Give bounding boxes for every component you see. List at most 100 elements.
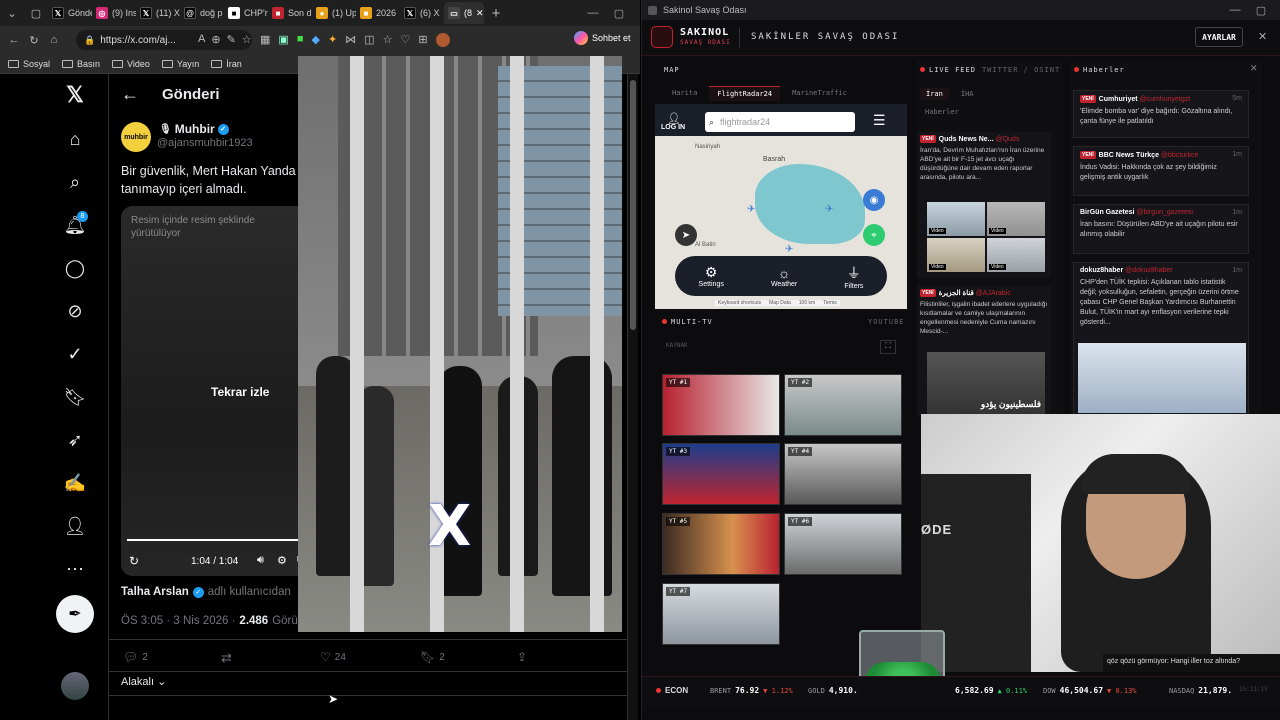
tv-tile-7[interactable]: YT #7 bbox=[662, 583, 780, 645]
tv-tile-1[interactable]: YT #1 bbox=[662, 374, 780, 436]
extensions-icon[interactable]: ⊞ bbox=[418, 33, 427, 47]
feed-tab-iran[interactable]: İran bbox=[920, 88, 949, 100]
volume-icon[interactable]: 🔊︎ bbox=[257, 554, 264, 567]
verified-icon[interactable]: ✓ bbox=[62, 341, 88, 367]
sort-dropdown[interactable]: Alakalı ⌄ bbox=[121, 675, 166, 688]
fullscreen-icon[interactable]: ⛶ bbox=[880, 340, 896, 354]
tv-tile-3[interactable]: YT #3 bbox=[662, 443, 780, 505]
aircraft-icon[interactable]: ✈ bbox=[747, 204, 755, 215]
replay-button[interactable]: Tekrar izle bbox=[211, 385, 269, 399]
messages-icon[interactable]: ◯ bbox=[62, 255, 88, 281]
credit-user[interactable]: Talha Arslan bbox=[121, 586, 189, 598]
extension-icon[interactable]: ✦ bbox=[328, 33, 337, 47]
grok-icon[interactable]: ⊘ bbox=[62, 298, 88, 324]
repost-icon[interactable]: ⇄ bbox=[221, 650, 232, 666]
hamburger-menu-icon[interactable]: ☰ bbox=[873, 112, 886, 129]
pip-video-player[interactable]: X bbox=[298, 56, 622, 632]
share-icon[interactable]: ⇪ bbox=[517, 650, 527, 664]
flightradar-map[interactable]: 👤︎ LOG IN ⌕ flightradar24 ☰ Basrah Nasir… bbox=[655, 104, 907, 309]
feed-media-grid[interactable]: Video Video Video Video bbox=[927, 202, 1045, 272]
news-item[interactable]: YENİ BBC News Türkçe @bbcturkce 1m İndus V… bbox=[1073, 146, 1249, 196]
profile-avatar[interactable] bbox=[435, 33, 450, 47]
bookmark-button[interactable]: 🔖︎ 2 bbox=[420, 650, 445, 664]
tab-9[interactable]: 𝕏 (6) X bbox=[400, 2, 444, 24]
receiver-icon[interactable]: ◉ bbox=[863, 189, 885, 211]
flightradar-search-input[interactable]: ⌕ flightradar24 bbox=[705, 112, 855, 132]
x-logo-icon[interactable]: 𝕏 bbox=[62, 82, 88, 108]
map-weather-button[interactable]: ☼ Weather bbox=[771, 265, 797, 288]
feed-item[interactable]: YENİ قناة الجزيرة @AJArabic Filistinliler… bbox=[917, 286, 1051, 416]
tab-2[interactable]: ◎ (9) Ins bbox=[92, 2, 136, 24]
extension-icon[interactable]: ▦ bbox=[260, 33, 270, 47]
tab-1[interactable]: 𝕏Gönde bbox=[48, 2, 92, 24]
tab-flightradar24[interactable]: FlightRadar24 bbox=[709, 86, 781, 101]
profile-icon[interactable]: 👤︎ bbox=[62, 513, 88, 539]
tab-6[interactable]: ■ Son d bbox=[268, 2, 312, 24]
post-video[interactable]: Resim içinde resim şeklinde yürütülüyor … bbox=[121, 206, 321, 576]
login-button[interactable]: LOG IN bbox=[661, 124, 685, 131]
back-arrow-icon[interactable]: ← bbox=[121, 84, 139, 105]
tv-tile-4[interactable]: YT #4 bbox=[784, 443, 902, 505]
news-item[interactable]: BirGün Gazetesi @birgun_gazetesi 1m İran … bbox=[1073, 204, 1249, 254]
extension-icon[interactable]: ⋈ bbox=[345, 33, 356, 47]
settings-gear-icon[interactable]: ⚙ bbox=[277, 554, 287, 567]
workspaces-icon[interactable]: ▢ bbox=[24, 1, 48, 25]
feed-item[interactable]: YENİ Quds News Ne... @Quds İran'da, Devri… bbox=[917, 132, 1051, 278]
map-filters-button[interactable]: ⏚ Filters bbox=[844, 263, 863, 290]
reply-button[interactable]: 💬︎ 2 bbox=[123, 650, 148, 664]
rocket-icon[interactable]: ➶ bbox=[62, 427, 88, 453]
feed-tab-iha[interactable]: İHA bbox=[955, 88, 980, 100]
kaynak-label[interactable]: KAYNAK bbox=[666, 342, 688, 349]
tab-harita[interactable]: Harita bbox=[666, 86, 703, 101]
feed-media[interactable]: فلسطينيون يؤدو bbox=[927, 352, 1045, 414]
tab-3[interactable]: 𝕏 (11) X bbox=[136, 2, 180, 24]
author-avatar[interactable]: muhbir bbox=[121, 122, 151, 152]
news-item[interactable]: YENİ Cumhuriyet @cumhuriyetgzt 5m 'Elimde … bbox=[1073, 90, 1249, 138]
bookmark-folder-video[interactable]: Video bbox=[112, 59, 150, 69]
split-screen-icon[interactable]: ◫ bbox=[364, 33, 374, 47]
favorites-icon[interactable]: ☆ bbox=[383, 33, 393, 47]
author-handle[interactable]: @ajansmuhbir1923 bbox=[157, 137, 253, 149]
settings-button[interactable]: AYARLAR bbox=[1195, 27, 1243, 47]
zoom-icon[interactable]: ⊕ bbox=[211, 33, 220, 46]
bookmarks-icon[interactable]: 🔖︎ bbox=[62, 384, 88, 410]
search-icon[interactable]: ⌕ bbox=[62, 169, 88, 195]
location-pin-icon[interactable]: ⌖ bbox=[863, 224, 885, 246]
home-icon[interactable]: ⌂ bbox=[62, 126, 88, 152]
bookmark-folder-iran[interactable]: İran bbox=[211, 59, 242, 69]
like-button[interactable]: ♡ 24 bbox=[320, 650, 346, 664]
maximize-icon[interactable]: ▢ bbox=[606, 0, 632, 26]
compose-post-button[interactable]: ✒ bbox=[56, 595, 94, 633]
minimize-icon[interactable]: — bbox=[580, 0, 606, 26]
author-name-row[interactable]: 🎙︎ Muhbir ✓ bbox=[159, 122, 229, 136]
map-settings-button[interactable]: ⚙ Settings bbox=[699, 264, 724, 288]
tab-8[interactable]: ■ 2026 bbox=[356, 2, 400, 24]
refresh-icon[interactable]: ↻ bbox=[26, 32, 42, 48]
home-icon[interactable]: ⌂ bbox=[46, 32, 62, 48]
tab-7[interactable]: ● (1) Up bbox=[312, 2, 356, 24]
account-avatar[interactable] bbox=[61, 672, 89, 700]
favorite-star-icon[interactable]: ☆ bbox=[242, 33, 252, 46]
scrollbar-thumb[interactable] bbox=[630, 80, 636, 330]
my-location-icon[interactable]: ➤ bbox=[675, 224, 697, 246]
tv-tile-6[interactable]: YT #6 bbox=[784, 513, 902, 575]
aircraft-icon[interactable]: ✈ bbox=[785, 244, 793, 255]
close-tab-icon[interactable]: ✕ bbox=[476, 8, 484, 19]
tab-4[interactable]: @ doğ p bbox=[180, 2, 224, 24]
aircraft-icon[interactable]: ✈ bbox=[825, 204, 833, 215]
edit-icon[interactable]: ✎ bbox=[227, 33, 236, 46]
tab-10-active[interactable]: ▭ (8 ✕ bbox=[444, 2, 484, 24]
close-icon[interactable]: ✕ bbox=[1258, 30, 1267, 43]
tab-marinetraffic[interactable]: MarineTraffic bbox=[786, 86, 853, 101]
read-aloud-icon[interactable]: A bbox=[198, 33, 205, 46]
bookmark-folder-basin[interactable]: Basın bbox=[62, 59, 100, 69]
articles-icon[interactable]: ✍ bbox=[62, 470, 88, 496]
news-item[interactable]: dokuz8haber @dokuz8haber 1m CHP'den TÜİK … bbox=[1073, 262, 1249, 416]
tv-tile-2[interactable]: YT #2 bbox=[784, 374, 902, 436]
new-tab-icon[interactable]: + bbox=[484, 1, 508, 25]
tab-5[interactable]: ■ CHP'n bbox=[224, 2, 268, 24]
tv-tile-5[interactable]: YT #5 bbox=[662, 513, 780, 575]
back-icon[interactable]: ← bbox=[6, 32, 22, 48]
bookmark-folder-sosyal[interactable]: Sosyal bbox=[8, 59, 50, 69]
extension-icon[interactable]: ■ bbox=[297, 33, 304, 47]
